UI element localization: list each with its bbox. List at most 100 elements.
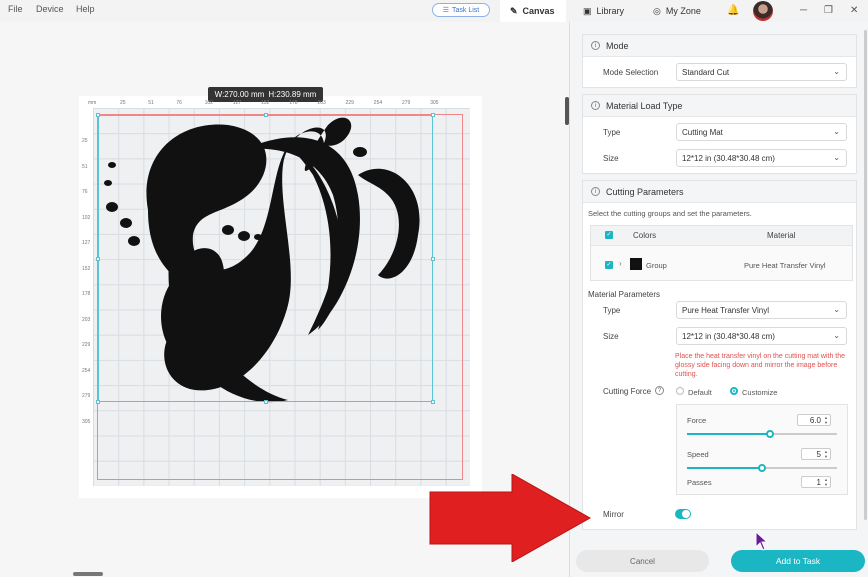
- info-icon: i: [591, 101, 600, 110]
- group-checkbox[interactable]: ✓: [605, 261, 613, 269]
- ruler-tick-label: 279: [82, 393, 91, 399]
- ruler-tick-label: 102: [82, 214, 91, 221]
- passes-label: Passes: [687, 478, 712, 487]
- ruler-tick-label: 279: [402, 100, 411, 106]
- chevron-down-icon: ⌄: [833, 305, 840, 314]
- speed-label: Speed: [687, 450, 709, 459]
- ruler-unit: mm: [88, 100, 97, 106]
- close-icon[interactable]: ✕: [850, 5, 858, 16]
- resize-handle[interactable]: [264, 113, 268, 117]
- default-option-label: Default: [688, 388, 712, 397]
- bell-icon[interactable]: 🔔: [727, 5, 739, 16]
- type-label: Type: [603, 128, 621, 137]
- restore-icon[interactable]: ❐: [824, 5, 833, 16]
- default-radio[interactable]: [676, 387, 684, 395]
- chevron-down-icon: ⌄: [833, 153, 840, 162]
- stepper-arrows-icon[interactable]: ▲ ▼: [824, 415, 828, 425]
- ruler-tick-label: 229: [345, 100, 354, 106]
- minimize-icon[interactable]: ─: [800, 5, 807, 16]
- menu-file[interactable]: File: [8, 4, 23, 14]
- table-header: [591, 226, 852, 246]
- group-label: Group: [646, 261, 667, 270]
- mode-select[interactable]: Standard Cut ⌄: [676, 63, 847, 81]
- select-all-checkbox[interactable]: ✓: [605, 231, 613, 239]
- cutting-force-label: Cutting Force: [603, 387, 652, 396]
- chevron-down-icon: ⌄: [833, 127, 840, 136]
- ruler-tick-label: 203: [317, 100, 326, 106]
- info-icon: i: [591, 187, 600, 196]
- material-size-select[interactable]: 12*12 in (30.48*30.48 cm) ⌄: [676, 327, 847, 345]
- list-icon: ☰: [442, 7, 450, 14]
- passes-stepper[interactable]: 1 ▲ ▼: [801, 476, 831, 488]
- load-type-select[interactable]: Cutting Mat ⌄: [676, 123, 847, 141]
- ruler-tick-label: 127: [232, 100, 242, 106]
- force-slider[interactable]: [687, 430, 837, 438]
- resize-handle[interactable]: [96, 400, 100, 404]
- stepper-arrows-icon[interactable]: ▲ ▼: [824, 449, 828, 459]
- cutting-instruction: Select the cutting groups and set the pa…: [588, 209, 752, 218]
- size-label: Size: [603, 332, 619, 341]
- group-material: Pure Heat Transfer Vinyl: [744, 261, 826, 270]
- cancel-button[interactable]: Cancel: [576, 550, 709, 572]
- ruler-tick-label: 178: [82, 291, 91, 297]
- ruler-tick-label: 229: [82, 342, 91, 348]
- ruler-tick-label: 152: [261, 100, 270, 106]
- tab-canvas[interactable]: ✎ Canvas: [500, 0, 566, 22]
- ruler-tick-label: 76: [176, 100, 182, 106]
- stepper-arrows-icon[interactable]: ▲ ▼: [824, 477, 828, 487]
- horizontal-scrollbar[interactable]: [73, 572, 103, 576]
- force-label: Force: [687, 416, 707, 425]
- speed-slider-thumb[interactable]: [758, 464, 766, 472]
- speed-slider[interactable]: [687, 464, 837, 472]
- load-size-select[interactable]: 12*12 in (30.48*30.48 cm) ⌄: [676, 149, 847, 167]
- chevron-down-icon: ⌄: [833, 67, 840, 76]
- force-slider-thumb[interactable]: [765, 430, 774, 438]
- ruler-tick-label: 76: [82, 189, 88, 195]
- group-color-swatch: [630, 258, 642, 270]
- ruler-tick-label: 254: [82, 367, 91, 374]
- groups-table: [590, 225, 853, 281]
- resize-handle[interactable]: [264, 400, 268, 404]
- material-header: Material: [767, 231, 796, 240]
- menu-help[interactable]: Help: [76, 4, 95, 14]
- ruler-tick-label: 127: [82, 240, 91, 246]
- myzone-icon: ◎: [653, 5, 661, 16]
- ruler-tick-label: 51: [82, 163, 88, 170]
- resize-handle[interactable]: [431, 113, 435, 117]
- resize-handle[interactable]: [96, 113, 100, 117]
- tab-myzone[interactable]: ◎ My Zone: [643, 0, 711, 22]
- material-type-select[interactable]: Pure Heat Transfer Vinyl ⌄: [676, 301, 847, 319]
- resize-handle[interactable]: [431, 257, 435, 261]
- library-icon: ▣: [583, 5, 592, 16]
- ruler-tick-label: 102: [204, 100, 213, 106]
- avatar[interactable]: [753, 1, 773, 21]
- panel-scrollbar[interactable]: [864, 30, 867, 520]
- section-title: Material Load Type: [606, 100, 683, 111]
- resize-handle[interactable]: [431, 400, 435, 404]
- speed-stepper[interactable]: 5 ▲ ▼: [801, 448, 831, 460]
- resize-handle[interactable]: [96, 257, 100, 261]
- app-window: File Device Help ☰ Task List ✎ Canvas ▣ Lib…: [0, 0, 868, 577]
- tab-library[interactable]: ▣ Library: [573, 0, 634, 22]
- customize-radio[interactable]: [730, 387, 738, 395]
- top-bar: File Device Help ☰ Task List ✎ Canvas ▣ Lib…: [0, 0, 868, 22]
- mirror-toggle[interactable]: [675, 509, 691, 519]
- chevron-down-icon: ⌄: [833, 331, 840, 340]
- help-icon[interactable]: ?: [655, 386, 664, 395]
- chevron-right-icon[interactable]: ›: [619, 259, 622, 268]
- canvas-icon: ✎: [510, 5, 518, 16]
- selection-box[interactable]: [96, 113, 435, 404]
- ruler-tick-label: 25: [120, 100, 126, 106]
- ruler-tick-label: 25: [82, 138, 88, 144]
- section-title: Mode: [606, 40, 629, 51]
- warning-text: Place the heat transfer vinyl on the cut…: [675, 353, 846, 378]
- info-icon: i: [591, 41, 600, 50]
- task-list-button[interactable]: ☰ Task List: [432, 3, 490, 17]
- menu-device[interactable]: Device: [36, 4, 64, 14]
- customize-option-label: Customize: [742, 388, 778, 397]
- force-stepper[interactable]: 6.0 ▲ ▼: [797, 414, 831, 426]
- add-to-task-button[interactable]: Add to Task: [731, 550, 865, 572]
- ruler-tick-label: 305: [82, 418, 91, 425]
- mode-selection-label: Mode Selection: [603, 68, 659, 77]
- size-label: Size: [603, 154, 619, 163]
